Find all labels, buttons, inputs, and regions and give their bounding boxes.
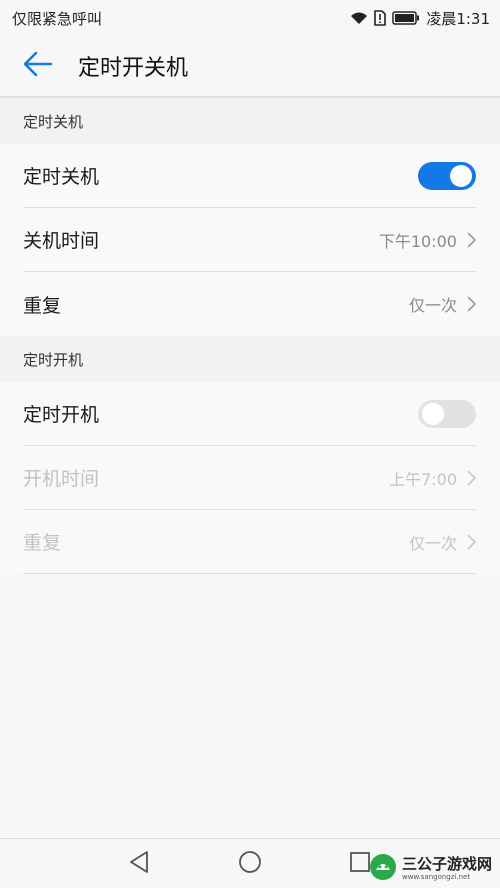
wifi-icon (350, 11, 368, 25)
shutdown-section: 定时关机 关机时间 下午10:00 重复 仅一次 (0, 144, 500, 336)
settings-content: 定时关机 定时关机 关机时间 下午10:00 重复 仅一次 定时开机 定时开机 … (0, 98, 500, 574)
watermark-title: 三公子游戏网 (402, 855, 493, 873)
startup-toggle-switch[interactable] (418, 399, 476, 428)
startup-toggle-row[interactable]: 定时开机 (23, 382, 476, 446)
nav-back-button[interactable] (126, 851, 152, 877)
chevron-right-icon (467, 231, 476, 248)
startup-time-label: 开机时间 (23, 468, 100, 490)
startup-section-header: 定时开机 (0, 336, 500, 382)
shutdown-toggle-label: 定时关机 (23, 166, 100, 188)
nav-home-button[interactable] (237, 851, 263, 877)
carrier-text: 仅限紧急呼叫 (12, 9, 103, 28)
watermark-logo-icon (368, 852, 398, 886)
battery-icon (392, 11, 420, 25)
startup-section: 定时开机 开机时间 上午7:00 重复 仅一次 (0, 382, 500, 574)
back-button[interactable] (10, 38, 66, 94)
startup-repeat-label: 重复 (23, 532, 62, 554)
status-icons: 凌晨1:31 (350, 8, 490, 29)
startup-time-row[interactable]: 开机时间 上午7:00 (23, 446, 476, 510)
shutdown-section-header: 定时关机 (0, 98, 500, 144)
shutdown-repeat-row[interactable]: 重复 仅一次 (23, 272, 476, 336)
shutdown-time-right: 下午10:00 (379, 228, 476, 252)
chevron-right-icon (467, 296, 476, 312)
sim-alert-icon (374, 10, 387, 26)
startup-repeat-right: 仅一次 (409, 530, 476, 554)
chevron-right-icon (467, 533, 476, 550)
shutdown-time-value: 下午10:00 (378, 231, 457, 251)
startup-repeat-row[interactable]: 重复 仅一次 (23, 510, 476, 574)
shutdown-toggle-row[interactable]: 定时关机 (23, 144, 476, 208)
toggle-knob (450, 164, 472, 187)
watermark: 三公子游戏网 www.sangongzi.net (368, 850, 500, 888)
status-bar: 仅限紧急呼叫 凌晨1:31 (0, 0, 500, 36)
app-bar: 定时开关机 (0, 36, 500, 98)
chevron-right-icon (467, 469, 476, 486)
watermark-url: www.sangongzi.net (402, 873, 471, 881)
startup-toggle-label: 定时开机 (23, 404, 100, 426)
home-circle-icon (238, 850, 262, 878)
shutdown-repeat-right: 仅一次 (409, 292, 476, 316)
back-triangle-icon (128, 850, 150, 878)
page-title: 定时开关机 (78, 56, 189, 81)
startup-time-value: 上午7:00 (389, 469, 457, 489)
watermark-text: 三公子游戏网 www.sangongzi.net (402, 857, 492, 881)
toggle-knob (422, 402, 444, 425)
shutdown-time-label: 关机时间 (23, 230, 100, 252)
shutdown-toggle-switch[interactable] (418, 161, 476, 190)
startup-time-right: 上午7:00 (389, 466, 476, 490)
arrow-left-icon (23, 51, 53, 81)
status-time: 凌晨1:31 (426, 9, 490, 28)
shutdown-repeat-label: 重复 (23, 294, 62, 317)
shutdown-repeat-value: 仅一次 (408, 296, 457, 315)
startup-repeat-value: 仅一次 (408, 533, 457, 553)
shutdown-time-row[interactable]: 关机时间 下午10:00 (23, 208, 476, 272)
